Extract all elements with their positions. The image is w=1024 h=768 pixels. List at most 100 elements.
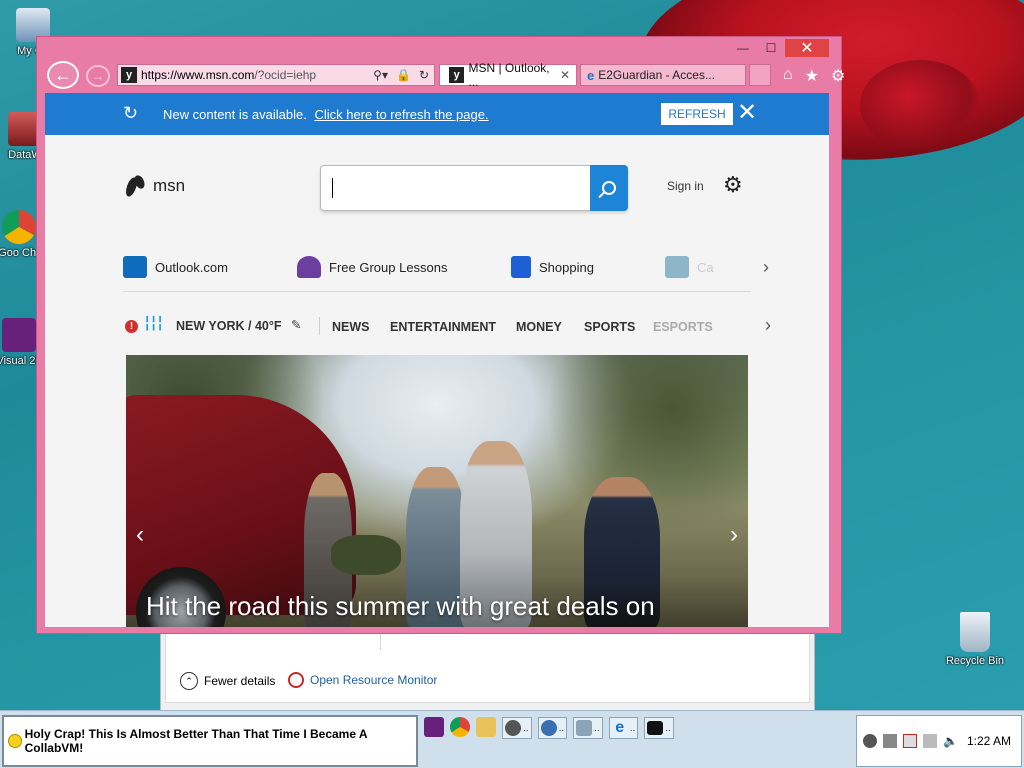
carousel-previous-icon[interactable]: ‹: [136, 521, 144, 549]
fewer-details-button[interactable]: ⌃ Fewer details: [180, 672, 275, 690]
refresh-icon[interactable]: ↻: [419, 68, 429, 82]
new-tab-button[interactable]: [749, 64, 771, 86]
browser-window: — ☐ ✕ ← → y https://www.msn.com/?ocid=ie…: [36, 36, 845, 634]
performance-icon: [576, 720, 593, 736]
flag-warning-icon[interactable]: [903, 734, 917, 748]
nav-news[interactable]: NEWS: [332, 320, 370, 334]
taskbar-group-1[interactable]: ..: [502, 717, 532, 739]
search-dropdown-icon[interactable]: ⚲▾: [373, 68, 388, 82]
taskbar-group-ie[interactable]: e..: [608, 717, 639, 739]
weather-alert-icon[interactable]: !: [125, 320, 138, 333]
carousel-next-icon[interactable]: ›: [730, 521, 738, 549]
ie-taskbar-icon: e: [615, 719, 625, 736]
open-resource-monitor-link[interactable]: Open Resource Monitor: [288, 672, 437, 688]
weather-location[interactable]: NEW YORK / 40°F: [176, 319, 281, 333]
visual-studio-taskbar-icon[interactable]: [424, 717, 444, 737]
column-separator: [380, 632, 381, 650]
desktop-wallpaper-flower-petal: [860, 60, 980, 150]
taskbar-group-cmd[interactable]: ..: [644, 717, 674, 739]
nav-money[interactable]: MONEY: [516, 320, 562, 334]
refresh-button[interactable]: REFRESH: [661, 103, 733, 125]
address-tools: ⚲▾ 🔒 ↻: [373, 68, 434, 82]
favorites-star-icon[interactable]: ★: [805, 66, 819, 86]
close-banner-icon[interactable]: ✕: [737, 99, 757, 127]
refresh-page-link[interactable]: Click here to refresh the page.: [314, 107, 488, 122]
settings-gear-icon[interactable]: ⚙: [723, 172, 743, 198]
category-nav: ! ╎╎╎ NEW YORK / 40°F ✎ NEWS ENTERTAINME…: [125, 315, 775, 341]
command-icons: ⌂ ★ ⚙: [783, 66, 845, 86]
search-icon: [602, 181, 616, 195]
nav-esports[interactable]: ESPORTS: [653, 320, 713, 334]
minimize-button[interactable]: —: [729, 39, 757, 57]
network-icon[interactable]: [923, 734, 937, 748]
recycle-bin-icon: [960, 612, 990, 652]
msn-favicon-icon: y: [121, 67, 137, 83]
hero-carousel[interactable]: ‹ › Hit the road this summer with great …: [126, 355, 748, 627]
edit-pencil-icon[interactable]: ✎: [291, 317, 301, 332]
nav-sports[interactable]: SPORTS: [584, 320, 635, 334]
system-tray: 🔈 1:22 AM: [856, 715, 1022, 767]
clock[interactable]: 1:22 AM: [967, 734, 1021, 748]
maximize-button[interactable]: ☐: [757, 39, 785, 57]
text-caret: [332, 178, 333, 198]
globe-icon: [540, 720, 557, 736]
refresh-icon: ↻: [123, 103, 139, 123]
chevron-right-icon[interactable]: ›: [763, 257, 769, 278]
forward-button[interactable]: →: [86, 65, 110, 87]
taskbar-group-2[interactable]: ..: [537, 717, 568, 739]
quick-links: Outlook.com Free Group Lessons Shopping …: [123, 253, 769, 287]
rain-icon: ╎╎╎: [143, 315, 164, 331]
resource-monitor-icon: [288, 672, 304, 688]
search-input[interactable]: [320, 165, 628, 211]
search-button[interactable]: [590, 165, 628, 211]
volume-icon[interactable]: 🔈: [943, 734, 958, 748]
msn-favicon-icon: y: [449, 67, 465, 83]
home-icon[interactable]: ⌂: [783, 66, 793, 86]
graduation-cap-icon: [297, 256, 321, 278]
tray-stop-icon[interactable]: [883, 734, 897, 748]
divider: [123, 291, 751, 292]
taskbar-title-label: Holy Crap! This Is Almost Better Than Th…: [2, 715, 418, 767]
chevron-right-icon[interactable]: ›: [765, 315, 771, 336]
background-window-pane: ⌃ Fewer details Open Resource Monitor: [165, 631, 810, 703]
address-bar[interactable]: y https://www.msn.com/?ocid=iehp ⚲▾ 🔒 ↻: [117, 64, 435, 86]
hero-photo-bag: [331, 535, 401, 575]
background-window: ⌃ Fewer details Open Resource Monitor: [160, 630, 815, 712]
ie-favicon-icon: e: [587, 67, 595, 83]
tab-title: MSN | Outlook, ...: [468, 61, 550, 89]
chrome-taskbar-icon[interactable]: [450, 717, 470, 737]
desktop-icon-recycle-bin[interactable]: Recycle Bin: [942, 612, 1008, 668]
quick-link-shopping[interactable]: Shopping: [511, 253, 594, 281]
nav-entertainment[interactable]: ENTERTAINMENT: [390, 320, 496, 334]
file-explorer-taskbar-icon[interactable]: [476, 717, 496, 737]
quick-link-outlook[interactable]: Outlook.com: [123, 253, 228, 281]
tools-gear-icon[interactable]: ⚙: [831, 66, 845, 86]
sign-in-link[interactable]: Sign in: [667, 179, 704, 193]
tab-msn[interactable]: y MSN | Outlook, ... ✕: [439, 61, 577, 89]
app-icon: [505, 720, 521, 736]
msn-logo[interactable]: msn: [125, 173, 185, 199]
back-button[interactable]: ←: [47, 61, 79, 89]
url-host: https://www.msn.com: [141, 68, 255, 82]
close-window-button[interactable]: ✕: [785, 39, 829, 57]
navigation-bar: ← → y https://www.msn.com/?ocid=iehp ⚲▾ …: [45, 61, 845, 91]
car-icon: [665, 256, 689, 278]
smiley-icon: [8, 734, 22, 748]
close-tab-icon[interactable]: ✕: [560, 68, 570, 82]
chrome-icon: [2, 210, 36, 244]
chevron-up-icon: ⌃: [180, 672, 198, 690]
arrow-left-icon: ←: [54, 64, 72, 85]
lock-icon[interactable]: 🔒: [396, 68, 411, 82]
page-viewport: ↻ New content is available. Click here t…: [45, 93, 829, 627]
quick-link-cars[interactable]: Ca: [665, 253, 714, 281]
tray-app-icon[interactable]: [863, 734, 877, 748]
taskbar-group-3[interactable]: ..: [573, 717, 603, 739]
tab-title: E2Guardian - Acces...: [598, 68, 715, 82]
quick-link-free-group-lessons[interactable]: Free Group Lessons: [297, 253, 448, 281]
url-path: /?ocid=iehp: [254, 68, 317, 82]
new-content-banner: ↻ New content is available. Click here t…: [45, 93, 829, 135]
taskbar: Holy Crap! This Is Almost Better Than Th…: [0, 710, 1024, 768]
tab-e2guardian[interactable]: e E2Guardian - Acces...: [580, 64, 746, 86]
nav-separator: [319, 317, 320, 335]
hero-headline[interactable]: Hit the road this summer with great deal…: [146, 591, 655, 622]
